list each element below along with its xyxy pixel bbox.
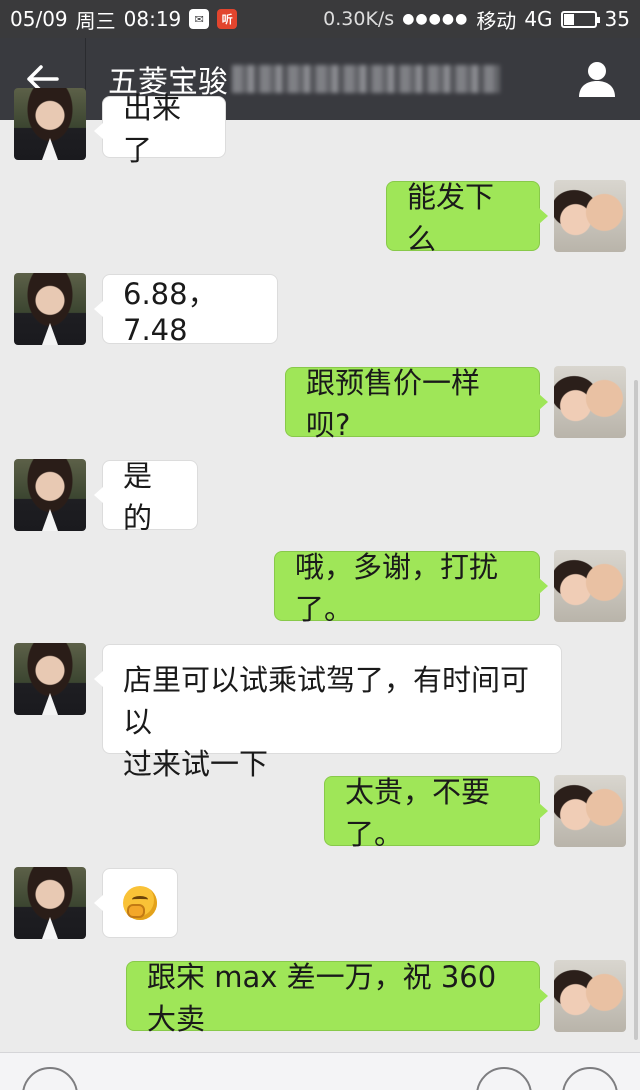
outgoing-message[interactable]: 跟宋 max 差一万，祝 360 大卖 [126,960,548,1036]
status-time: 08:19 [123,7,182,31]
my-avatar[interactable] [554,550,626,622]
my-avatar[interactable] [554,960,626,1032]
music-app-icon: 听 [217,9,238,29]
contact-avatar[interactable] [14,643,86,715]
my-avatar[interactable] [554,180,626,252]
contact-avatar[interactable] [14,88,86,160]
message-text-line: 过来试一下 [123,747,269,781]
status-date: 05/09 [10,7,68,31]
contact-avatar[interactable] [14,273,86,345]
my-avatar[interactable] [554,366,626,438]
thinking-face-icon [123,886,157,920]
message-text: 跟预售价一样呗? [306,366,481,442]
network-type: 4G [524,7,553,31]
battery-icon [560,10,600,28]
contact-avatar[interactable] [14,867,86,939]
message-text: 太贵，不要了。 [345,775,491,851]
incoming-message[interactable]: 店里可以试乘试驾了，有时间可以 过来试一下 [94,644,562,781]
battery-percent: 35 [604,7,630,31]
message-text-line: 店里可以试乘试驾了，有时间可以 [123,663,530,739]
my-avatar[interactable] [554,775,626,847]
outgoing-message[interactable]: 哦，多谢，打扰了。 [274,550,548,626]
more-actions-button[interactable] [562,1067,618,1090]
chat-info-button[interactable] [554,38,640,120]
status-bar: 05/09 周三 08:19 ✉ 听 0.30K/s ●●●●● 移动 4G 3… [0,0,640,38]
incoming-message[interactable]: 出来了 [94,91,226,167]
status-weekday: 周三 [75,8,116,33]
incoming-message[interactable]: 是的 [94,459,198,535]
network-speed: 0.30K/s [323,8,395,30]
contact-avatar[interactable] [14,459,86,531]
input-toolbar [0,1052,640,1090]
redacted-title-mosaic [232,65,500,93]
incoming-emoji-message[interactable] [94,868,178,938]
message-text: 能发下么 [407,180,495,256]
signal-strength-icon: ●●●●● [402,11,469,27]
chat-header: 五菱宝骏 [0,38,640,120]
message-text: 是的 [123,459,153,535]
emoji-button[interactable] [476,1067,532,1090]
carrier-name: 移动 [476,8,517,33]
outgoing-message[interactable]: 太贵，不要了。 [324,775,548,851]
outgoing-message[interactable]: 能发下么 [386,180,548,256]
notification-app-icon: ✉ [189,9,210,29]
message-text: 6.88，7.48 [123,277,217,347]
voice-toggle-button[interactable] [22,1067,78,1090]
message-text: 哦，多谢，打扰了。 [295,550,499,626]
message-text: 出来了 [123,91,182,167]
incoming-message[interactable]: 6.88，7.48 [94,274,278,347]
chat-screen: 05/09 周三 08:19 ✉ 听 0.30K/s ●●●●● 移动 4G 3… [0,0,640,1090]
person-icon [579,62,615,97]
outgoing-message[interactable]: 跟预售价一样呗? [285,366,548,442]
chat-scrollbar[interactable] [634,380,638,1040]
message-text: 跟宋 max 差一万，祝 360 大卖 [147,960,497,1036]
